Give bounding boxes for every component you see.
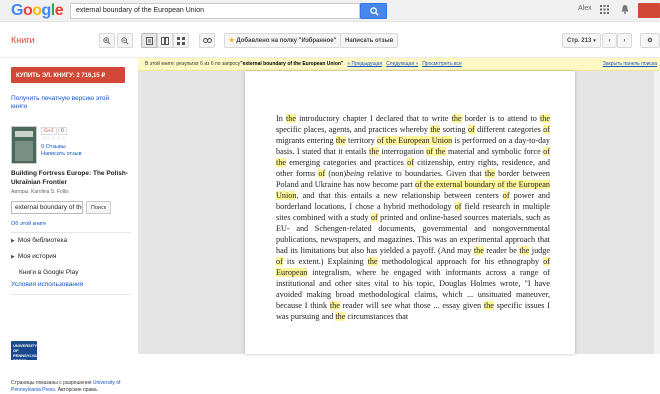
search-input[interactable]: external boundary of the European Union	[70, 3, 360, 19]
apps-grid-icon[interactable]	[600, 5, 609, 14]
logo-letter: e	[54, 2, 64, 19]
about-book-link[interactable]: Об этой книге	[11, 221, 46, 227]
triangle-right-icon: ▶	[11, 254, 15, 260]
prev-result-link[interactable]: « Предыдущая	[347, 61, 382, 67]
add-to-library-button[interactable]: ★ Добавлено на полку "Избранное"	[224, 33, 342, 48]
view-all-link[interactable]: Просмотреть все	[422, 61, 462, 67]
results-query: "external boundary of the European Union…	[240, 61, 344, 67]
book-sidebar: КУПИТЬ ЭЛ. КНИГУ: 2 716,15 ₽ Получить пе…	[0, 58, 138, 393]
two-page-icon[interactable]	[157, 33, 173, 48]
close-search-bar-link[interactable]: Закрыть панель поиска	[603, 61, 657, 67]
page-select-label: Стр. 213	[567, 37, 592, 44]
results-prefix: В этой книге: результат 6 из 6 по запрос…	[145, 61, 241, 67]
google-play-link[interactable]: Книги в Google Play	[19, 269, 78, 276]
menu-my-history-label: Моя история	[17, 253, 57, 260]
search-icon	[370, 7, 379, 16]
bell-icon[interactable]	[620, 4, 630, 14]
book-authors: Авторы: Karolina S. Follis	[11, 189, 69, 195]
next-result-link[interactable]: Следующая »	[386, 61, 418, 67]
in-book-search-input[interactable]: external boundary of the	[11, 201, 83, 214]
page-select[interactable]: Стр. 213 ▾	[562, 33, 601, 48]
search-button[interactable]	[360, 3, 387, 19]
viewer-scrollbar[interactable]	[654, 71, 660, 354]
pages-note-prefix: Страницы показаны с разрешения	[11, 380, 93, 386]
logo-letter: G	[11, 2, 23, 19]
print-version-link[interactable]: Получить печатную версию этой книги	[11, 95, 121, 111]
menu-my-library-label: Моя библиотека	[17, 237, 68, 244]
zoom-out-icon[interactable]	[117, 33, 133, 48]
write-review-link[interactable]: Написать отзыв	[41, 151, 82, 158]
user-name[interactable]: Alex	[578, 5, 592, 12]
menu-my-library[interactable]: ▶ Моя библиотека	[11, 237, 67, 244]
reviews-block: 0 Отзывы Написать отзыв	[41, 144, 82, 158]
link-icon[interactable]	[199, 33, 215, 48]
gplus-count: 0	[58, 127, 67, 135]
book-page[interactable]: In the introductory chapter I declared t…	[245, 71, 575, 354]
google-logo[interactable]: Google	[11, 2, 64, 20]
menu-my-history[interactable]: ▶ Моя история	[11, 253, 56, 260]
book-viewer[interactable]: In the introductory chapter I declared t…	[138, 71, 660, 354]
triangle-right-icon: ▶	[11, 238, 15, 244]
page-text: In the introductory chapter I declared t…	[276, 114, 551, 321]
book-title: Building Fortress Europe: The Polish-Ukr…	[11, 170, 129, 186]
pages-note-suffix: . Авторские права.	[54, 387, 99, 393]
books-toolbar: Книги ★ Добавлено на полку "Избранное" Н…	[0, 22, 660, 58]
write-review-button[interactable]: Написать отзыв	[340, 33, 399, 48]
rating-stars: ☆☆☆☆☆	[41, 136, 66, 142]
books-section-title[interactable]: Книги	[11, 35, 35, 45]
gplus-button[interactable]: G+1	[41, 127, 57, 135]
logo-letter: g	[41, 2, 52, 19]
chevron-right-icon[interactable]: ›	[617, 33, 632, 48]
google-topbar: Google external boundary of the European…	[0, 0, 660, 22]
logo-letter: o	[22, 2, 33, 19]
chevron-left-icon[interactable]: ‹	[602, 33, 617, 48]
reviews-count-link[interactable]: 0 Отзывы	[41, 144, 82, 151]
star-icon: ★	[229, 38, 235, 44]
buy-ebook-button[interactable]: КУПИТЬ ЭЛ. КНИГУ: 2 716,15 ₽	[11, 67, 125, 83]
divider	[11, 294, 131, 295]
book-cover-thumbnail[interactable]	[11, 126, 37, 164]
chevron-down-icon: ▾	[593, 37, 596, 44]
zoom-in-icon[interactable]	[99, 33, 115, 48]
single-page-icon[interactable]	[141, 33, 157, 48]
in-book-search-button[interactable]: Поиск	[86, 201, 111, 214]
thumbnails-icon[interactable]	[173, 33, 189, 48]
gear-icon[interactable]: ⚙	[640, 33, 660, 48]
search-results-bar: В этой книге: результат 6 из 6 по запрос…	[138, 58, 660, 71]
terms-link[interactable]: Условия использования	[11, 281, 83, 288]
share-button[interactable]	[638, 3, 660, 18]
publisher-logo[interactable]: UNIVERSITY OF PENNSYLVANIA PRESS	[11, 341, 44, 363]
divider	[11, 232, 131, 233]
logo-letter: o	[32, 2, 42, 19]
pages-permission-note: Страницы показаны с разрешения Universit…	[11, 380, 135, 394]
add-to-library-label: Добавлено на полку "Избранное"	[236, 37, 337, 44]
